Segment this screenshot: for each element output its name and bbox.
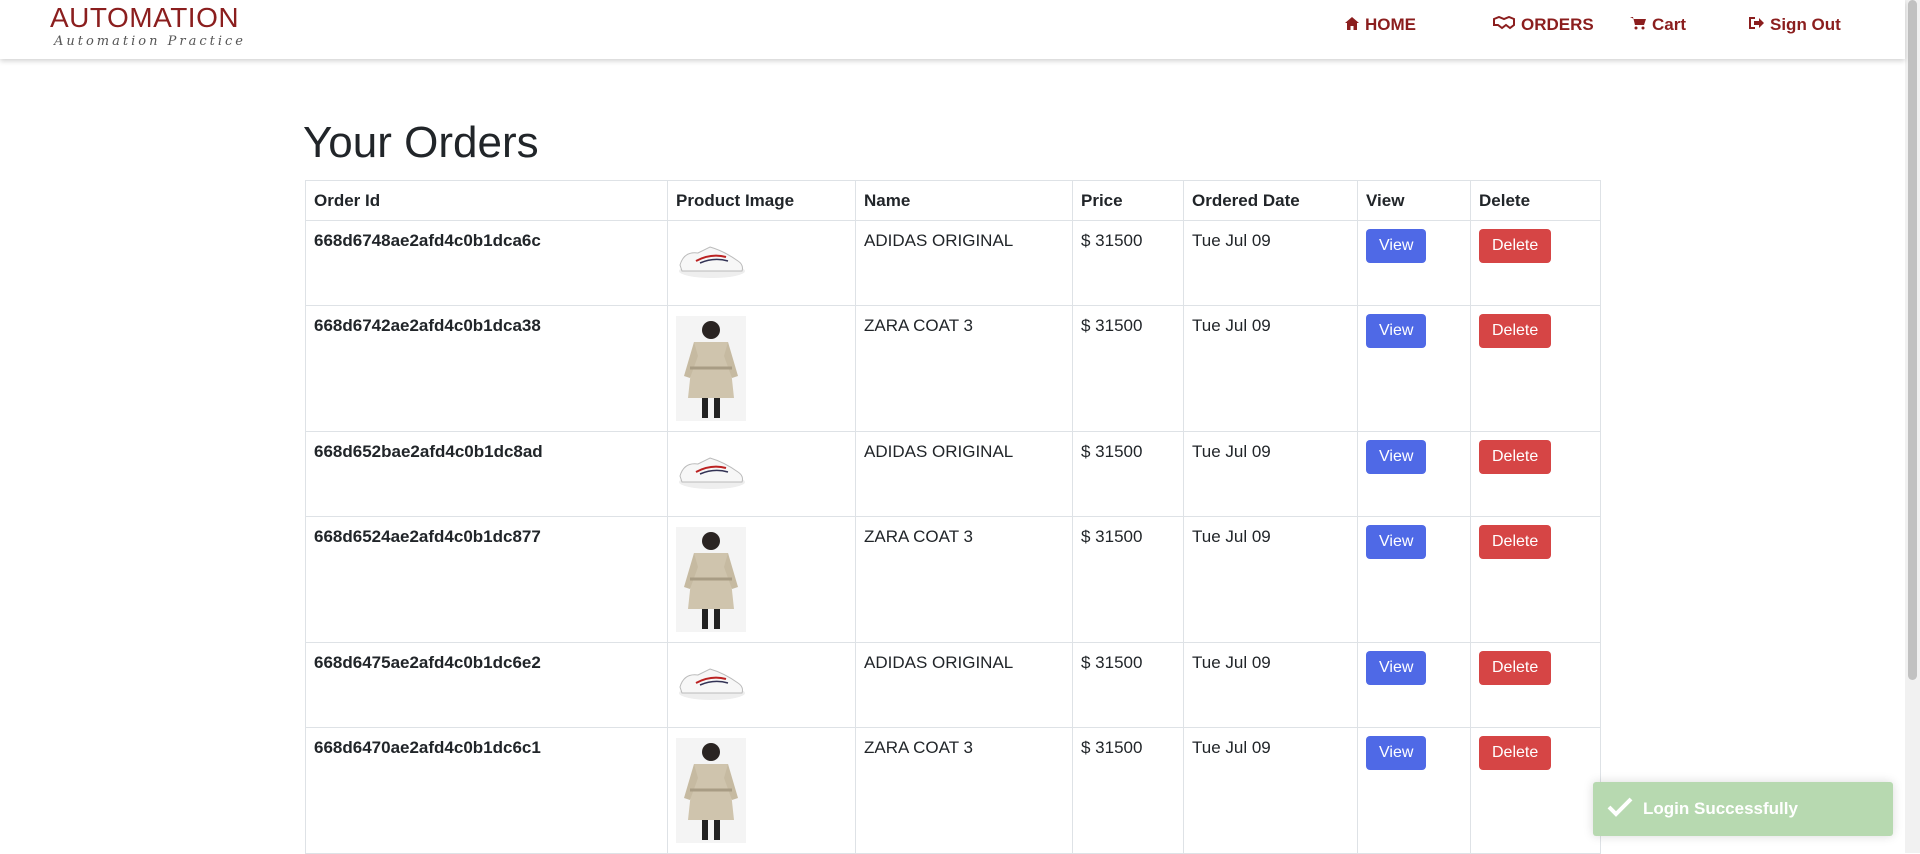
view-order-button[interactable]: View — [1366, 440, 1427, 474]
ordered-date-cell: Tue Jul 09 — [1183, 727, 1358, 854]
nav-home-label: HOME — [1365, 15, 1416, 34]
order-id-cell: 668d6470ae2afd4c0b1dc6c1 — [305, 727, 668, 854]
view-cell: View — [1357, 727, 1471, 854]
product-name-cell: ADIDAS ORIGINAL — [855, 220, 1073, 306]
ordered-date-cell: Tue Jul 09 — [1183, 220, 1358, 306]
nav-sign-out-label: Sign Out — [1770, 15, 1841, 34]
table-row: 668d652bae2afd4c0b1dc8ad ADIDAS ORIGINAL $… — [305, 431, 1601, 517]
delete-cell: Delete — [1470, 305, 1601, 432]
delete-order-button[interactable]: Delete — [1479, 229, 1552, 263]
nav-cart[interactable]: Cart — [1630, 15, 1686, 35]
view-cell: View — [1357, 516, 1471, 643]
logo-subtitle: Automation Practice — [54, 34, 246, 49]
price-cell: $ 31500 — [1072, 305, 1184, 432]
product-image — [676, 653, 847, 703]
product-image-cell — [667, 220, 856, 306]
product-image-cell — [667, 516, 856, 643]
view-order-button[interactable]: View — [1366, 314, 1427, 348]
order-id-cell: 668d6524ae2afd4c0b1dc877 — [305, 516, 668, 643]
delete-order-button[interactable]: Delete — [1479, 651, 1552, 685]
delete-cell: Delete — [1470, 516, 1601, 643]
header-order-id: Order Id — [305, 180, 668, 221]
product-image — [676, 231, 847, 281]
table-row: 668d6748ae2afd4c0b1dca6c ADIDAS ORIGINAL $… — [305, 220, 1601, 306]
nav-orders[interactable]: ORDERS — [1493, 15, 1594, 35]
nav-orders-label: ORDERS — [1521, 15, 1594, 34]
product-image-cell — [667, 727, 856, 854]
toast-message: Login Successfully — [1643, 799, 1798, 818]
table-row: 668d6524ae2afd4c0b1dc877 ZARA COAT 3 $ 315… — [305, 516, 1601, 643]
table-row: 668d6475ae2afd4c0b1dc6e2 ADIDAS ORIGINAL $… — [305, 642, 1601, 728]
page-title: Your Orders — [303, 118, 539, 167]
header-delete: Delete — [1470, 180, 1601, 221]
delete-cell: Delete — [1470, 642, 1601, 728]
order-id-cell: 668d652bae2afd4c0b1dc8ad — [305, 431, 668, 517]
delete-order-button[interactable]: Delete — [1479, 525, 1552, 559]
nav-home[interactable]: HOME — [1345, 15, 1416, 35]
ordered-date-cell: Tue Jul 09 — [1183, 516, 1358, 643]
delete-order-button[interactable]: Delete — [1479, 440, 1552, 474]
view-order-button[interactable]: View — [1366, 525, 1427, 559]
header-name: Name — [855, 180, 1073, 221]
delete-cell: Delete — [1470, 220, 1601, 306]
price-cell: $ 31500 — [1072, 220, 1184, 306]
view-order-button[interactable]: View — [1366, 229, 1427, 263]
price-cell: $ 31500 — [1072, 727, 1184, 854]
product-image — [676, 527, 847, 632]
price-cell: $ 31500 — [1072, 642, 1184, 728]
home-icon — [1345, 15, 1359, 35]
scrollbar-thumb[interactable] — [1908, 0, 1917, 680]
header-price: Price — [1072, 180, 1184, 221]
price-cell: $ 31500 — [1072, 516, 1184, 643]
checkmark-icon — [1607, 797, 1633, 822]
ordered-date-cell: Tue Jul 09 — [1183, 431, 1358, 517]
view-order-button[interactable]: View — [1366, 651, 1427, 685]
cart-icon — [1630, 15, 1646, 35]
product-image — [676, 738, 847, 843]
logo-title: AUTOMATION — [50, 2, 240, 33]
view-cell: View — [1357, 220, 1471, 306]
product-image-cell — [667, 305, 856, 432]
top-navbar: AUTOMATION Automation Practice HOME ORDE… — [0, 0, 1905, 59]
product-image-cell — [667, 642, 856, 728]
product-name-cell: ZARA COAT 3 — [855, 305, 1073, 432]
header-view: View — [1357, 180, 1471, 221]
delete-cell: Delete — [1470, 727, 1601, 854]
product-image — [676, 316, 847, 421]
orders-body: 668d6748ae2afd4c0b1dca6c ADIDAS ORIGINAL $… — [305, 220, 1601, 854]
header-product-image: Product Image — [667, 180, 856, 221]
product-image-cell — [667, 431, 856, 517]
nav-sign-out[interactable]: Sign Out — [1748, 15, 1841, 35]
view-cell: View — [1357, 305, 1471, 432]
view-cell: View — [1357, 431, 1471, 517]
orders-table: Order Id Product Image Name Price Ordere… — [305, 180, 1601, 854]
table-row: 668d6742ae2afd4c0b1dca38 ZARA COAT 3 $ 315… — [305, 305, 1601, 432]
handshake-icon — [1493, 15, 1515, 35]
product-name-cell: ADIDAS ORIGINAL — [855, 642, 1073, 728]
page-scrollbar[interactable] — [1905, 0, 1920, 853]
sign-out-icon — [1748, 15, 1764, 35]
order-id-cell: 668d6742ae2afd4c0b1dca38 — [305, 305, 668, 432]
toast-notification[interactable]: Login Successfully — [1593, 782, 1893, 836]
delete-order-button[interactable]: Delete — [1479, 314, 1552, 348]
table-header-row: Order Id Product Image Name Price Ordere… — [305, 180, 1601, 221]
product-name-cell: ZARA COAT 3 — [855, 727, 1073, 854]
order-id-cell: 668d6748ae2afd4c0b1dca6c — [305, 220, 668, 306]
nav-cart-label: Cart — [1652, 15, 1687, 34]
ordered-date-cell: Tue Jul 09 — [1183, 305, 1358, 432]
view-cell: View — [1357, 642, 1471, 728]
product-image — [676, 442, 847, 492]
product-name-cell: ADIDAS ORIGINAL — [855, 431, 1073, 517]
delete-cell: Delete — [1470, 431, 1601, 517]
view-order-button[interactable]: View — [1366, 736, 1427, 770]
product-name-cell: ZARA COAT 3 — [855, 516, 1073, 643]
price-cell: $ 31500 — [1072, 431, 1184, 517]
delete-order-button[interactable]: Delete — [1479, 736, 1552, 770]
order-id-cell: 668d6475ae2afd4c0b1dc6e2 — [305, 642, 668, 728]
table-row: 668d6470ae2afd4c0b1dc6c1 ZARA COAT 3 $ 315… — [305, 727, 1601, 854]
site-logo[interactable]: AUTOMATION Automation Practice — [50, 2, 246, 50]
ordered-date-cell: Tue Jul 09 — [1183, 642, 1358, 728]
header-ordered-date: Ordered Date — [1183, 180, 1358, 221]
